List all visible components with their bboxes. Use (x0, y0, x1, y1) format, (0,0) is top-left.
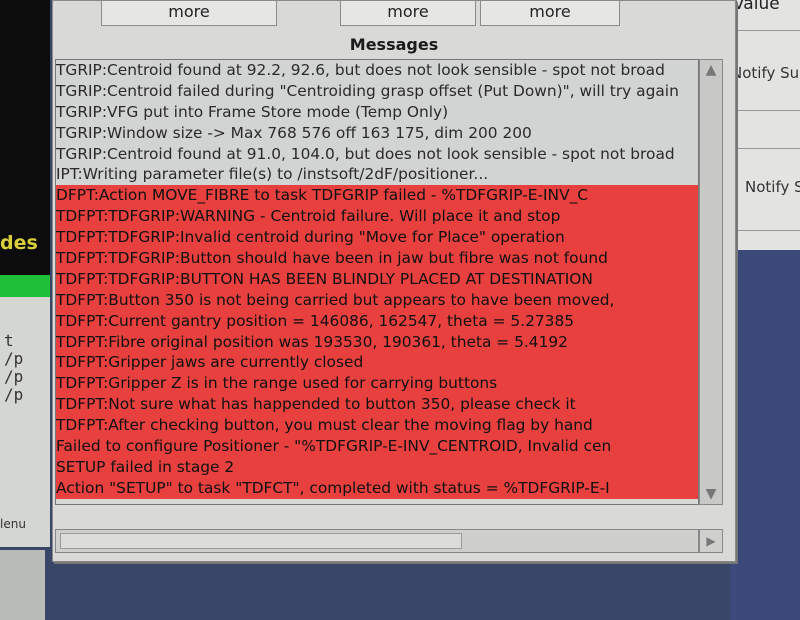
left-text-fragment: /p (4, 385, 24, 404)
message-row[interactable]: TGRIP:Centroid found at 91.0, 104.0, but… (56, 143, 698, 165)
message-row[interactable]: TGRIP:VFG put into Frame Store mode (Tem… (56, 101, 698, 123)
left-text-fragment: /p (4, 349, 24, 368)
message-row[interactable]: TDFPT:Not sure what has happended to but… (56, 394, 698, 416)
message-row[interactable]: TDFPT:TDFGRIP:BUTTON HAS BEEN BLINDLY PL… (56, 268, 698, 290)
message-list[interactable]: TGRIP:Centroid found at 92.2, 92.6, but … (55, 59, 699, 505)
message-row[interactable]: SETUP failed in stage 2 (56, 456, 698, 478)
message-row[interactable]: DFPT:Action MOVE_FIBRE to task TDFGRIP f… (56, 185, 698, 207)
notify-label-fragment[interactable]: Notify S (745, 178, 800, 196)
right-background-panel: Value Notify Sup Notify S (730, 0, 800, 250)
message-row[interactable]: TDFPT:Gripper jaws are currently closed (56, 352, 698, 374)
horizontal-scroll-thumb[interactable] (60, 533, 462, 549)
left-text-panel: t /p /p /p (0, 297, 50, 547)
message-row[interactable]: Failed to configure Positioner - "%TDFGR… (56, 436, 698, 457)
scroll-down-icon[interactable]: ▼ (700, 484, 722, 504)
desktop-background (730, 250, 800, 620)
status-green-bar (0, 275, 50, 297)
messages-window: more more more Messages TGRIP:Centroid f… (52, 0, 736, 562)
messages-title: Messages (349, 35, 439, 54)
scroll-up-icon[interactable]: ▲ (700, 60, 722, 80)
more-button[interactable]: more (340, 1, 476, 26)
message-row[interactable]: TDFPT:Current gantry position = 146086, … (56, 310, 698, 332)
message-row[interactable]: Action "SETUP" to task "TDFCT", complete… (56, 477, 698, 499)
message-row[interactable]: TDFPT:Gripper Z is in the range used for… (56, 373, 698, 395)
message-row[interactable]: IPT:Writing parameter file(s) to /instso… (56, 164, 698, 186)
message-row[interactable]: TDFPT:TDFGRIP:Button should have been in… (56, 248, 698, 269)
left-bottom-panel (0, 550, 45, 620)
more-button[interactable]: more (101, 1, 277, 26)
value-header: Value (733, 0, 780, 14)
scroll-right-icon[interactable]: ▶ (699, 529, 723, 553)
menu-label-fragment[interactable]: lenu (0, 517, 26, 531)
message-row[interactable]: TDFPT:TDFGRIP:WARNING - Centroid failure… (56, 206, 698, 228)
message-row[interactable]: TGRIP:Centroid found at 92.2, 92.6, but … (56, 60, 698, 81)
divider (731, 230, 800, 231)
left-text-fragment: /p (4, 367, 24, 386)
divider (731, 110, 800, 111)
horizontal-scrollbar[interactable] (55, 529, 699, 553)
divider (731, 30, 800, 31)
more-button[interactable]: more (480, 1, 620, 26)
vertical-scrollbar[interactable]: ▲ ▼ (699, 59, 723, 505)
message-row[interactable]: TDFPT:TDFGRIP:Invalid centroid during "M… (56, 227, 698, 249)
notify-label-fragment[interactable]: Notify Sup (731, 64, 800, 82)
modes-label-fragment: des (0, 232, 38, 254)
left-text-fragment: t (4, 331, 14, 350)
message-row[interactable]: TDFPT:After checking button, you must cl… (56, 415, 698, 437)
message-row[interactable]: TDFPT:Fibre original position was 193530… (56, 331, 698, 353)
message-row[interactable]: TGRIP:Window size -> Max 768 576 off 163… (56, 122, 698, 144)
divider (731, 148, 800, 149)
message-row[interactable]: TGRIP:Centroid failed during "Centroidin… (56, 80, 698, 102)
message-row[interactable]: TDFPT:Button 350 is not being carried bu… (56, 289, 698, 311)
